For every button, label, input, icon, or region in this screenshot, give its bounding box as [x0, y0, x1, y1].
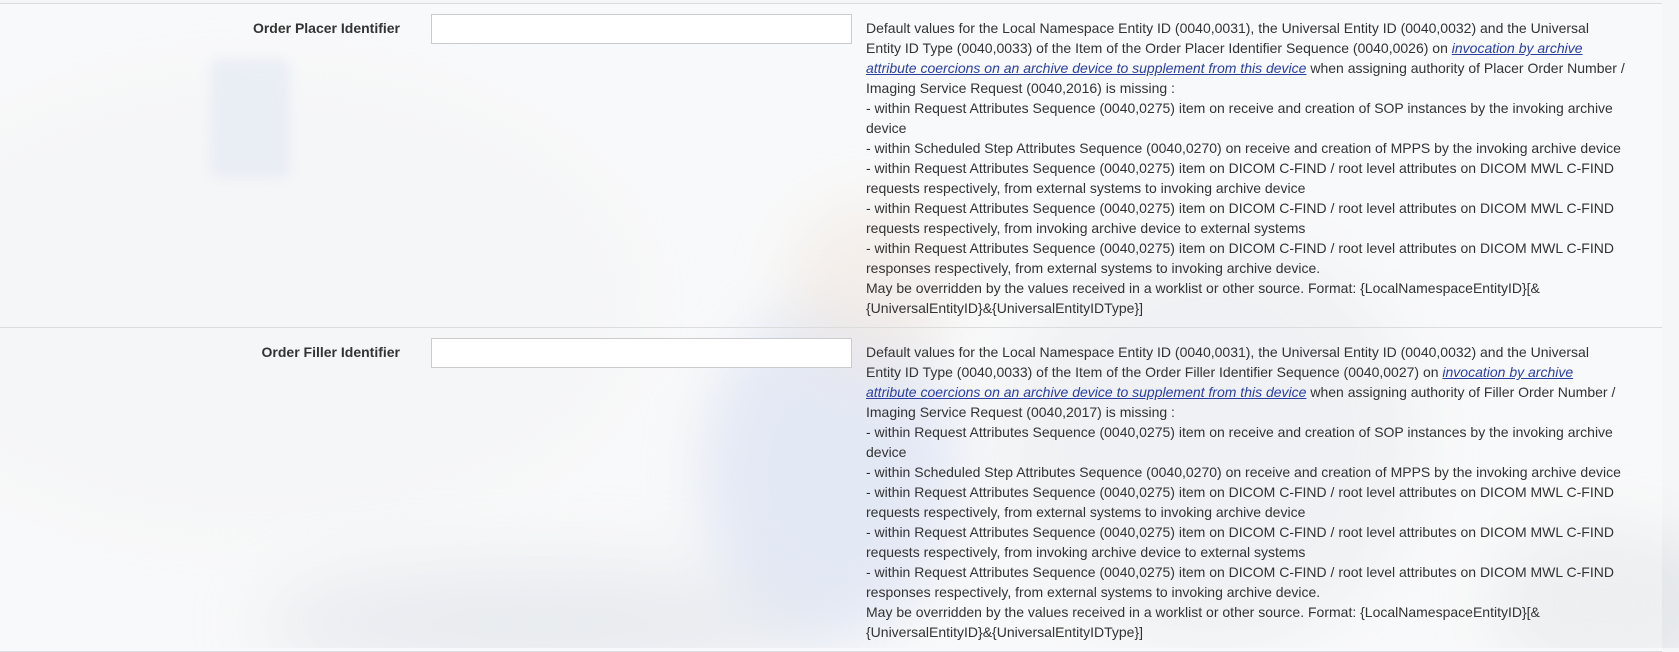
config-form: Order Placer Identifier Default values f… [0, 3, 1662, 652]
field-row-order-filler-identifier: Order Filler Identifier Default values f… [0, 328, 1662, 652]
order-filler-identifier-input[interactable] [431, 338, 852, 368]
description-list-item: - within Request Attributes Sequence (00… [866, 484, 1614, 520]
description-outro: May be overridden by the values received… [866, 280, 1540, 316]
description-list-item: - within Request Attributes Sequence (00… [866, 160, 1614, 196]
description-list-item: - within Scheduled Step Attributes Seque… [866, 140, 1621, 156]
description-list-item: - within Request Attributes Sequence (00… [866, 200, 1614, 236]
field-input-wrapper [415, 338, 852, 368]
field-description: Default values for the Local Namespace E… [836, 338, 1626, 642]
description-list-item: - within Request Attributes Sequence (00… [866, 524, 1614, 560]
description-list-item: - within Request Attributes Sequence (00… [866, 240, 1614, 276]
field-row-order-placer-identifier: Order Placer Identifier Default values f… [0, 4, 1662, 328]
description-list-item: - within Request Attributes Sequence (00… [866, 424, 1613, 460]
field-description: Default values for the Local Namespace E… [836, 14, 1626, 318]
field-label: Order Filler Identifier [261, 344, 400, 360]
description-outro: May be overridden by the values received… [866, 604, 1540, 640]
field-input-wrapper [415, 14, 852, 44]
description-list-item: - within Scheduled Step Attributes Seque… [866, 464, 1621, 480]
description-list-item: - within Request Attributes Sequence (00… [866, 564, 1614, 600]
order-placer-identifier-input[interactable] [431, 14, 852, 44]
description-list-item: - within Request Attributes Sequence (00… [866, 100, 1613, 136]
field-label: Order Placer Identifier [252, 20, 400, 36]
